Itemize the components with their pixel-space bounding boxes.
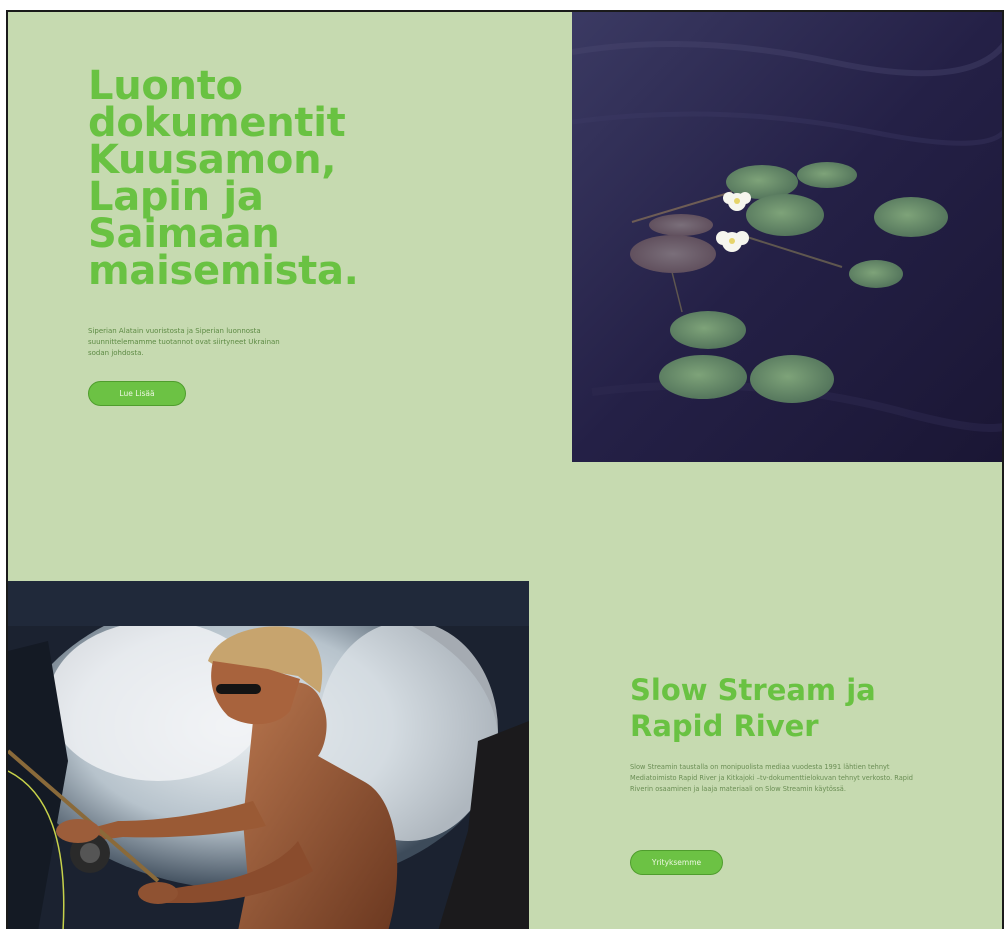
about-title-line: Rapid River (630, 709, 819, 743)
about-title: Slow Stream ja Rapid River (630, 672, 960, 744)
company-button[interactable]: Yrityksemme (630, 850, 723, 875)
read-more-button[interactable]: Lue Lisää (88, 381, 186, 406)
page-frame: Luonto dokumentit Kuusamon, Lapin ja Sai… (6, 10, 1004, 929)
water-lilies-photo (572, 12, 1002, 462)
hero-title-line: maisemista. (88, 248, 359, 294)
fly-fisher-rapids-photo (8, 581, 529, 929)
hero-title: Luonto dokumentit Kuusamon, Lapin ja Sai… (88, 66, 508, 294)
about-title-line: Slow Stream ja (630, 673, 876, 707)
hero-description: Siperian Alatain vuoristosta ja Siperian… (88, 327, 280, 357)
about-description: Slow Streamin taustalla on monipuolista … (630, 763, 913, 793)
